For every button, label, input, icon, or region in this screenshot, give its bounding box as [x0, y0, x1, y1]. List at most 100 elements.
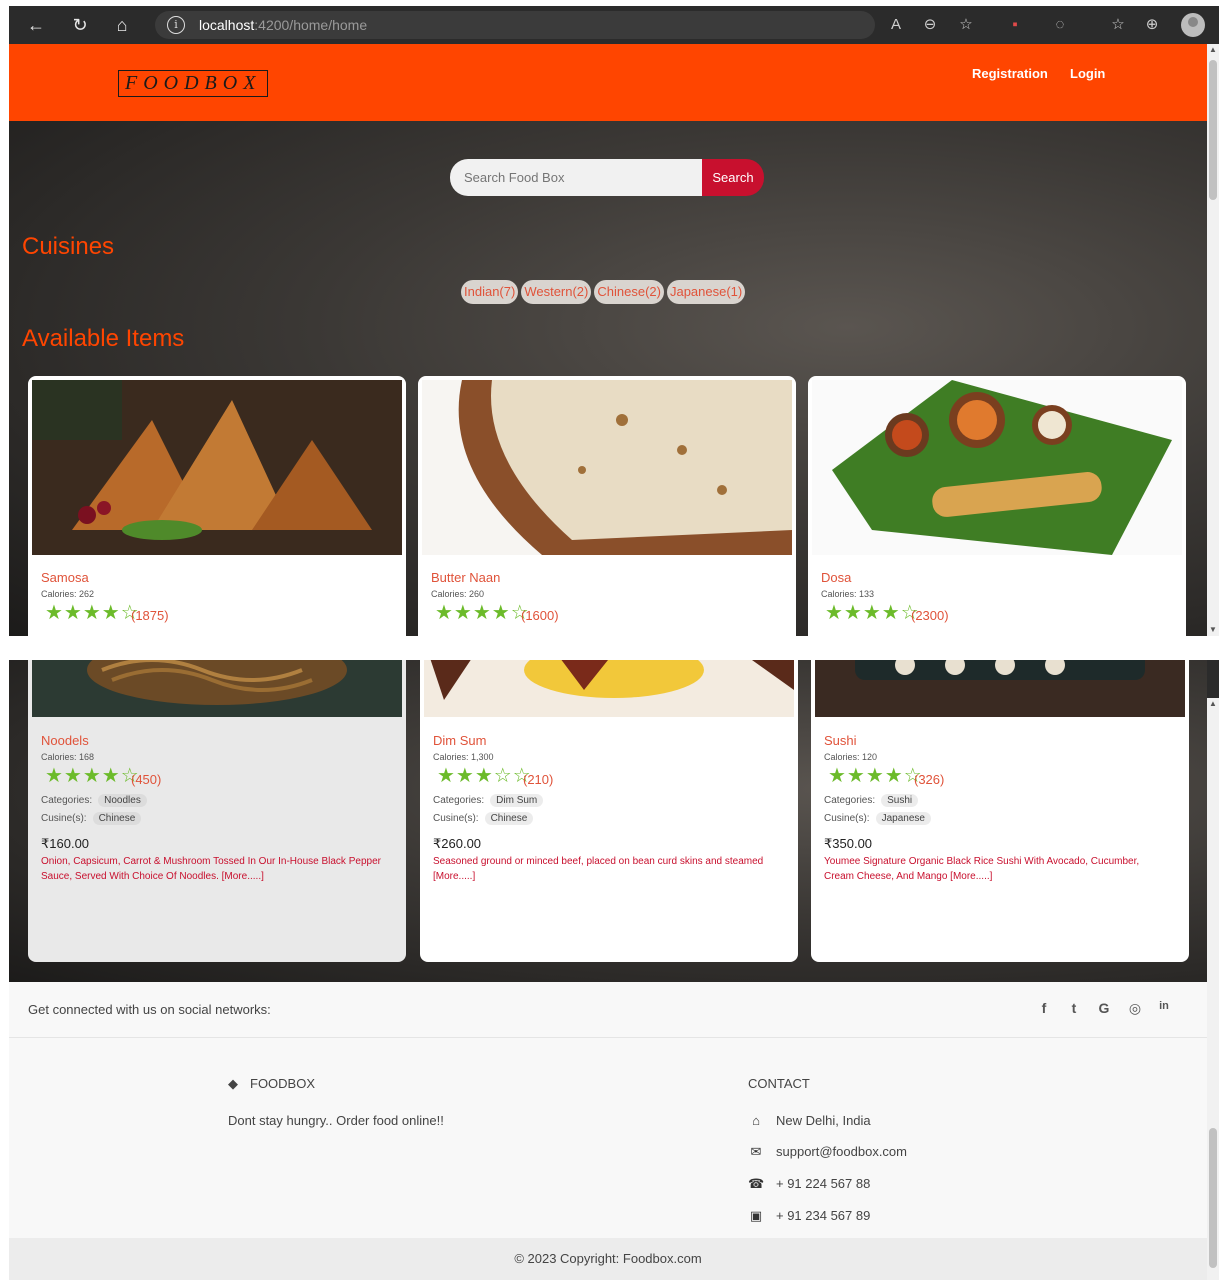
screenshot-top: ← ↻ ⌂ i localhost:4200/home/home A ⊖ ☆ ▪…	[9, 6, 1219, 636]
instagram-icon[interactable]: ◎	[1127, 1000, 1143, 1017]
collections-icon[interactable]: ⊕	[1141, 14, 1163, 36]
food-image-dim-sum[interactable]	[424, 660, 794, 717]
site-logo[interactable]: FOODBOX	[118, 70, 269, 97]
food-card[interactable]: Sushi Calories: 120 ★★★★☆ (326) Categori…	[811, 660, 1189, 962]
chip-chinese[interactable]: Chinese(2)	[594, 280, 664, 304]
food-description[interactable]: Onion, Capsicum, Carrot & Mushroom Tosse…	[41, 854, 386, 884]
rating-stars: ★★★★☆	[45, 602, 140, 624]
food-description[interactable]: Youmee Signature Organic Black Rice Sush…	[824, 854, 1169, 884]
food-name[interactable]: Dosa	[821, 570, 851, 585]
food-name[interactable]: Butter Naan	[431, 570, 500, 585]
rating-count: (2300)	[911, 608, 949, 623]
contact-fax: ▣ + 91 234 567 89	[748, 1208, 871, 1224]
chip-western[interactable]: Western(2)	[521, 280, 592, 304]
available-items-heading: Available Items	[22, 325, 185, 352]
search-input[interactable]	[450, 159, 702, 196]
food-card[interactable]: Samosa Calories: 262 ★★★★☆ (1875)	[28, 376, 406, 636]
facebook-icon[interactable]: f	[1036, 1000, 1052, 1016]
extension-icon[interactable]: ▪	[1004, 14, 1026, 36]
scroll-up-icon[interactable]: ▲	[1207, 44, 1219, 56]
rating-count: (1600)	[521, 608, 559, 623]
address-bar[interactable]: i localhost:4200/home/home	[155, 11, 875, 39]
nav-login[interactable]: Login	[1070, 66, 1105, 81]
screenshot-separator	[0, 636, 1219, 660]
footer-tagline: Dont stay hungry.. Order food online!!	[228, 1113, 444, 1128]
food-price: ₹160.00	[41, 836, 90, 851]
page-scrollbar[interactable]: ▲	[1207, 698, 1219, 1280]
page-scrollbar[interactable]: ▲ ▼	[1207, 44, 1219, 636]
favorites-icon[interactable]: ☆	[1107, 14, 1129, 36]
food-calories: Calories: 1,300	[433, 752, 494, 762]
cuisine-tag[interactable]: Chinese	[92, 812, 142, 825]
home-icon: ⌂	[752, 1113, 760, 1128]
food-name[interactable]: Sushi	[824, 733, 857, 748]
cuisine-tag[interactable]: Chinese	[484, 812, 534, 825]
rating-count: (326)	[914, 772, 945, 787]
profile-avatar[interactable]	[1181, 13, 1205, 37]
rating-stars: ★★★★☆	[825, 602, 920, 624]
category-tag[interactable]: Noodles	[98, 794, 147, 807]
food-image-dosa[interactable]	[812, 380, 1182, 555]
nav-registration[interactable]: Registration	[972, 66, 1048, 81]
food-card[interactable]: Noodels Calories: 168 ★★★★☆ (450) Catego…	[28, 660, 406, 962]
category-tag[interactable]: Sushi	[881, 794, 919, 807]
food-image-butter-naan[interactable]	[422, 380, 792, 555]
back-arrow-icon[interactable]: ←	[25, 14, 47, 36]
cuisine-label: Cusine(s):	[41, 813, 87, 824]
linkedin-icon[interactable]: in	[1156, 1000, 1172, 1012]
cuisines-heading: Cuisines	[22, 233, 115, 260]
url-host: localhost	[199, 17, 255, 33]
food-name[interactable]: Noodels	[41, 733, 89, 748]
food-calories: Calories: 133	[821, 589, 875, 599]
zoom-icon[interactable]: ⊖	[919, 14, 941, 36]
food-card[interactable]: Butter Naan Calories: 260 ★★★★☆ (1600)	[418, 376, 796, 636]
scroll-up-icon[interactable]: ▲	[1207, 698, 1219, 710]
search-button[interactable]: Search	[702, 159, 764, 196]
contact-email: ✉ support@foodbox.com	[748, 1144, 907, 1160]
food-price: ₹350.00	[824, 836, 873, 851]
cuisine-tag[interactable]: Japanese	[875, 812, 931, 825]
food-name[interactable]: Dim Sum	[433, 733, 486, 748]
chip-japanese[interactable]: Japanese(1)	[666, 280, 746, 304]
contact-phone: ☎ + 91 224 567 88	[748, 1176, 870, 1192]
url-path: :4200/home/home	[254, 17, 368, 33]
food-image-sushi[interactable]	[815, 660, 1185, 717]
scrollbar-thumb[interactable]	[1209, 1128, 1217, 1268]
email-text[interactable]: support@foodbox.com	[776, 1144, 907, 1159]
food-card[interactable]: Dosa Calories: 133 ★★★★☆ (2300)	[808, 376, 1186, 636]
scroll-down-icon[interactable]: ▼	[1207, 624, 1219, 636]
twitter-icon[interactable]: t	[1066, 1000, 1082, 1016]
home-icon[interactable]: ⌂	[111, 14, 133, 36]
food-image-samosa[interactable]	[32, 380, 402, 555]
food-calories: Calories: 260	[431, 589, 485, 599]
chip-indian[interactable]: Indian(7)	[461, 280, 519, 304]
read-aloud-icon[interactable]: A	[885, 14, 907, 36]
food-name[interactable]: Samosa	[41, 570, 89, 585]
categories-label: Categories:	[41, 795, 93, 806]
category-tag[interactable]: Dim Sum	[490, 794, 544, 807]
rating-stars: ★★★★☆	[435, 602, 530, 624]
extensions-puzzle-icon[interactable]: ◌	[1049, 14, 1071, 36]
fax-text: + 91 234 567 89	[776, 1208, 871, 1223]
items-section: Noodels Calories: 168 ★★★★☆ (450) Catego…	[9, 660, 1207, 982]
refresh-icon[interactable]: ↻	[69, 14, 91, 36]
food-categories: Categories: Noodles	[41, 794, 147, 807]
google-icon[interactable]: G	[1096, 1000, 1112, 1016]
food-categories: Categories: Sushi	[824, 794, 919, 807]
food-card[interactable]: Dim Sum Calories: 1,300 ★★★☆☆ (210) Cate…	[420, 660, 798, 962]
add-favorite-icon[interactable]: ☆	[955, 14, 977, 36]
browser-toolbar: ← ↻ ⌂ i localhost:4200/home/home A ⊖ ☆ ▪…	[9, 6, 1219, 44]
rating-count: (210)	[523, 772, 554, 787]
address-text: New Delhi, India	[776, 1113, 871, 1128]
scrollbar-thumb[interactable]	[1209, 60, 1217, 200]
food-price: ₹260.00	[433, 836, 482, 851]
site-info-icon[interactable]: i	[167, 16, 185, 34]
food-calories: Calories: 168	[41, 752, 95, 762]
food-description[interactable]: Seasoned ground or minced beef, placed o…	[433, 854, 778, 884]
envelope-icon: ✉	[750, 1144, 762, 1159]
footer-brand-name: FOODBOX	[250, 1076, 316, 1091]
gem-icon: ◆	[228, 1076, 238, 1091]
food-cuisine: Cusine(s): Chinese	[433, 812, 534, 825]
food-image-noodles[interactable]	[32, 660, 402, 717]
food-cuisine: Cusine(s): Japanese	[824, 812, 931, 825]
